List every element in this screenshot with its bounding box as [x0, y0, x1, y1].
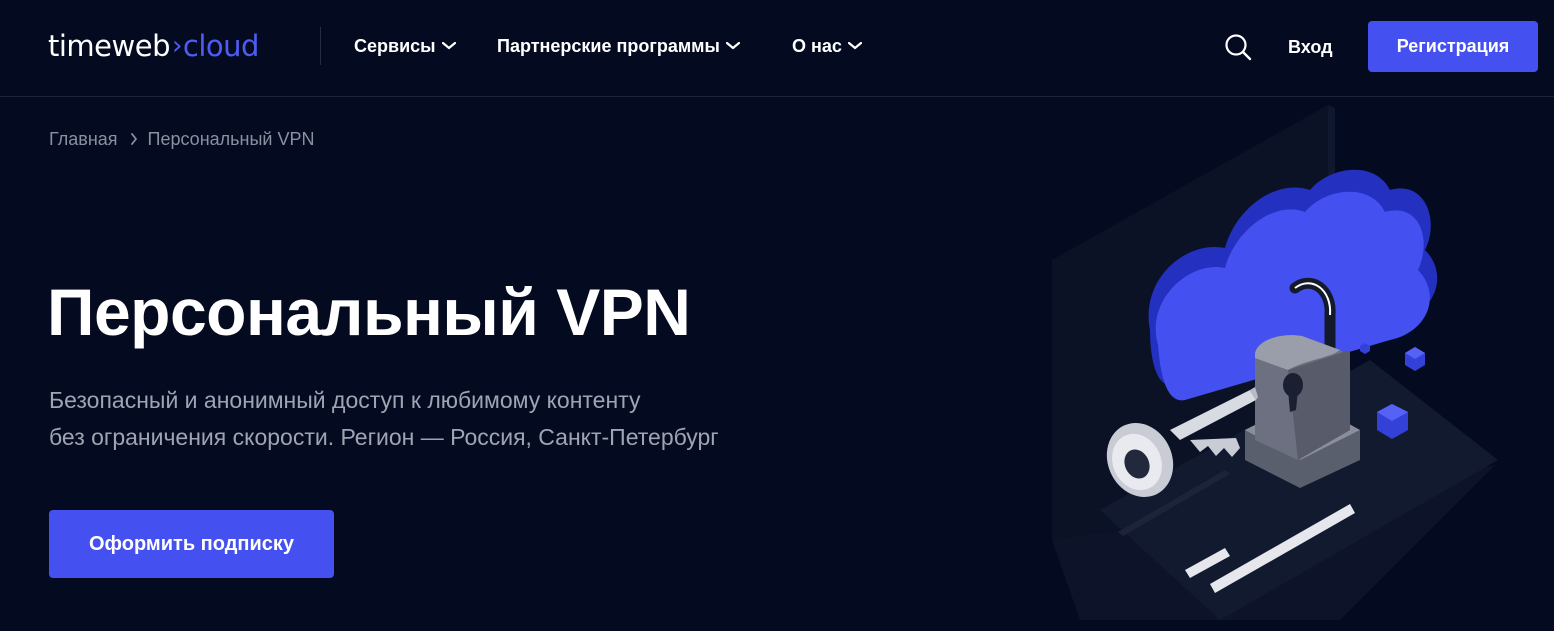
- breadcrumb-home-link[interactable]: Главная: [49, 128, 118, 150]
- login-link[interactable]: Вход: [1288, 35, 1333, 59]
- site-header: timeweb › cloud Сервисы Партнерские прог…: [0, 0, 1554, 97]
- logo-text-timeweb: timeweb: [48, 29, 171, 63]
- chevron-right-icon: [130, 133, 138, 145]
- chevron-down-icon: [441, 42, 456, 50]
- breadcrumb: Главная Персональный VPN: [49, 128, 314, 150]
- page-title: Персональный VPN: [47, 275, 691, 349]
- logo[interactable]: timeweb › cloud: [48, 28, 259, 64]
- subscribe-button[interactable]: Оформить подписку: [49, 510, 334, 578]
- nav-item-label: Сервисы: [354, 36, 436, 56]
- hero-subtitle: Безопасный и анонимный доступ к любимому…: [49, 382, 839, 456]
- nav-item-services[interactable]: Сервисы: [354, 34, 456, 58]
- chevron-down-icon: [847, 42, 862, 50]
- nav-item-about[interactable]: О нас: [792, 34, 862, 58]
- hero-subtitle-line-1: Безопасный и анонимный доступ к любимому…: [49, 387, 641, 413]
- nav-item-label: О нас: [792, 36, 842, 56]
- nav-item-label: Партнерские программы: [497, 36, 720, 56]
- cloud-lock-key-illustration: [1052, 105, 1498, 620]
- header-divider: [320, 27, 321, 65]
- search-icon[interactable]: [1224, 33, 1252, 61]
- hero-subtitle-line-2: без ограничения скорости. Регион — Росси…: [49, 424, 719, 450]
- logo-chevron-icon: ›: [172, 31, 182, 61]
- chevron-down-icon: [725, 42, 740, 50]
- register-button[interactable]: Регистрация: [1368, 21, 1538, 72]
- nav-item-partner-programs[interactable]: Партнерские программы: [497, 34, 740, 58]
- logo-text-cloud: cloud: [182, 29, 260, 63]
- breadcrumb-current: Персональный VPN: [147, 129, 315, 149]
